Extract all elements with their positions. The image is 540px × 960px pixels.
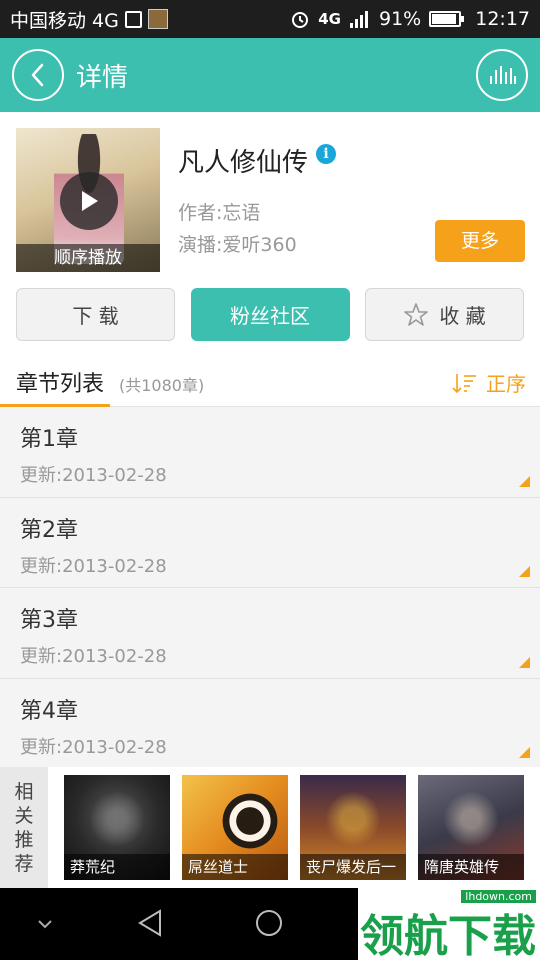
rec-label-char: 推	[14, 828, 34, 851]
recommended-book[interactable]: 屌丝道士	[182, 775, 288, 880]
clock: 12:17	[475, 8, 530, 30]
page-title: 详情	[76, 62, 129, 93]
recommended-book[interactable]: 莽荒纪	[64, 775, 170, 880]
corner-marker-icon	[519, 475, 530, 487]
chapter-name: 第2章	[20, 517, 78, 543]
book-cover-art	[318, 789, 388, 849]
sort-icon	[452, 373, 476, 393]
back-triangle-icon[interactable]	[136, 908, 164, 938]
recommendations-bar: 相 关 推 荐 莽荒纪 屌丝道士 丧尸爆发后一 隋唐英雄传	[0, 767, 540, 888]
favorite-label: 收 藏	[439, 304, 486, 328]
corner-marker-icon	[519, 566, 530, 577]
play-icon	[82, 191, 98, 211]
alarm-icon	[292, 12, 309, 28]
recommended-book-title: 屌丝道士	[182, 854, 288, 880]
book-cover-art	[218, 789, 282, 853]
recommendations-label: 相 关 推 荐	[0, 767, 48, 888]
corner-marker-icon	[519, 656, 530, 668]
carrier-label: 中国移动 4G	[10, 9, 119, 32]
book-cover-art	[82, 789, 152, 849]
chapter-list-title[interactable]: 章节列表	[16, 366, 104, 398]
sort-toggle[interactable]: 正序	[452, 368, 526, 397]
battery-percent: 91%	[379, 8, 422, 30]
watermark-logo: 领航下载	[360, 911, 536, 960]
chapter-name: 第3章	[20, 608, 78, 633]
sequential-play-label[interactable]: 顺序播放	[16, 244, 160, 272]
book-cover[interactable]: 顺序播放	[16, 128, 160, 272]
recommended-book-title: 隋唐英雄传	[418, 854, 524, 880]
hide-nav-chevron-icon[interactable]	[36, 918, 54, 930]
rec-label-char: 关	[14, 804, 34, 827]
signal-icon	[350, 11, 368, 28]
book-author: 作者:忘语	[178, 202, 261, 224]
status-bar: 中国移动 4G 4G 91% 12:17	[0, 0, 540, 38]
home-circle-icon[interactable]	[254, 908, 284, 938]
battery-icon	[429, 11, 465, 27]
chapter-name: 第4章	[20, 698, 78, 724]
fan-community-label: 粉丝社区	[230, 304, 310, 328]
book-title: 凡人修仙传	[178, 148, 309, 178]
app-header: 详情	[0, 38, 540, 112]
favorite-button[interactable]: 收 藏	[365, 288, 524, 341]
recommended-book-title: 丧尸爆发后一	[300, 854, 406, 880]
chapter-list: 第1章 更新:2013-02-28 第2章 更新:2013-02-28 第3章 …	[0, 407, 540, 767]
recommended-book-title: 莽荒纪	[64, 854, 170, 880]
chapter-date: 更新:2013-02-28	[20, 646, 167, 667]
more-button[interactable]: 更多	[435, 220, 525, 262]
network-type-label: 4G	[318, 10, 341, 28]
book-narrator: 演播:爱听360	[178, 234, 297, 256]
book-cover-art	[436, 789, 506, 849]
chapter-date: 更新:2013-02-28	[20, 465, 167, 486]
recommended-book[interactable]: 隋唐英雄传	[418, 775, 524, 880]
play-button[interactable]	[60, 172, 118, 230]
back-arrow-icon	[31, 63, 44, 87]
now-playing-button[interactable]	[476, 49, 528, 101]
equalizer-icon	[490, 66, 516, 84]
chapter-date: 更新:2013-02-28	[20, 555, 167, 577]
chapter-row[interactable]: 第3章 更新:2013-02-28	[0, 588, 540, 679]
site-watermark: lhdown.com 领航下载	[358, 888, 540, 960]
info-icon[interactable]: i	[316, 144, 336, 164]
rec-label-char: 荐	[14, 852, 34, 875]
back-button[interactable]	[12, 49, 64, 101]
download-label: 下 载	[72, 304, 119, 328]
fan-community-button[interactable]: 粉丝社区	[190, 288, 350, 341]
download-button[interactable]: 下 载	[16, 288, 175, 341]
action-bar: 下 载 粉丝社区 收 藏	[16, 288, 524, 342]
book-info-panel: 顺序播放 凡人修仙传 i 作者:忘语 演播:爱听360 更多 下 载 粉丝社区 …	[0, 112, 540, 356]
chapter-count: (共1080章)	[119, 376, 205, 395]
chapter-row[interactable]: 第1章 更新:2013-02-28	[0, 407, 540, 498]
rec-label-char: 相	[14, 780, 34, 803]
sort-label: 正序	[486, 372, 526, 396]
system-nav-bar: lhdown.com 领航下载	[0, 888, 540, 960]
screenshot-notification-icon	[124, 10, 142, 28]
app-notification-icon	[147, 9, 168, 29]
chapter-row[interactable]: 第2章 更新:2013-02-28	[0, 498, 540, 588]
chapter-name: 第1章	[20, 427, 78, 452]
chapter-list-header: 章节列表 (共1080章) 正序	[0, 356, 540, 407]
corner-marker-icon	[519, 747, 530, 758]
chapter-row[interactable]: 第4章 更新:2013-02-28	[0, 679, 540, 768]
recommended-book[interactable]: 丧尸爆发后一	[300, 775, 406, 880]
star-icon	[404, 302, 429, 326]
chapter-date: 更新:2013-02-28	[20, 736, 167, 758]
